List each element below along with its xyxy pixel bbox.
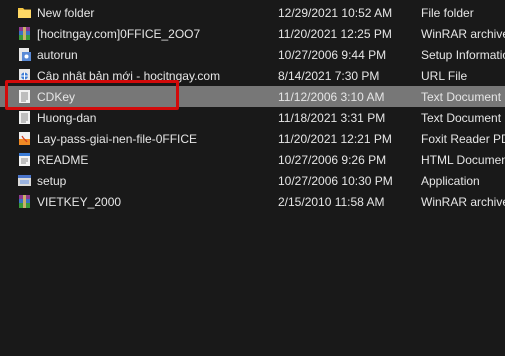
application-icon [17,173,32,188]
file-row-selected[interactable]: CDKey 11/12/2006 3:10 AM Text Document [0,86,505,107]
file-type: File folder [421,6,474,20]
file-name: [hocitngay.com]0FFICE_2OO7 [37,27,201,41]
pdf-icon [17,131,32,146]
html-document-icon [17,152,32,167]
file-type: Text Document [421,111,502,125]
file-name: Lay-pass-giai-nen-file-0FFICE [37,132,198,146]
setup-info-icon [17,47,32,62]
file-row[interactable]: [hocitngay.com]0FFICE_2OO7 11/20/2021 12… [0,23,505,44]
file-row[interactable]: New folder 12/29/2021 10:52 AM File fold… [0,2,505,23]
winrar-archive-icon [17,194,32,209]
file-type: WinRAR archive [421,195,505,209]
file-row[interactable]: autorun 10/27/2006 9:44 PM Setup Informa… [0,44,505,65]
file-row[interactable]: Lay-pass-giai-nen-file-0FFICE 11/20/2021… [0,128,505,149]
file-row[interactable]: setup 10/27/2006 10:30 PM Application [0,170,505,191]
file-name: Huong-dan [37,111,97,125]
file-date-modified: 11/20/2021 12:25 PM [278,27,392,41]
text-document-icon [17,110,32,125]
file-type: Setup Information [421,48,505,62]
file-date-modified: 12/29/2021 10:52 AM [278,6,393,20]
winrar-archive-icon [17,26,32,41]
file-type: HTML Document [421,153,505,167]
file-name: setup [37,174,67,188]
file-date-modified: 11/18/2021 3:31 PM [278,111,386,125]
file-type: Text Document [421,90,502,104]
file-date-modified: 2/15/2010 11:58 AM [278,195,385,209]
file-type: WinRAR archive [421,27,505,41]
file-row[interactable]: Cập nhật bản mới - hocitngay.com 8/14/20… [0,65,505,86]
file-name: VIETKEY_2000 [37,195,122,209]
file-type: URL File [421,69,468,83]
folder-icon [17,5,32,20]
file-date-modified: 11/12/2006 3:10 AM [278,90,385,104]
text-document-icon [17,89,32,104]
file-name: README [37,153,89,167]
file-date-modified: 8/14/2021 7:30 PM [278,69,380,83]
url-file-icon [17,68,32,83]
file-name: autorun [37,48,78,62]
file-type: Application [421,174,480,188]
file-type: Foxit Reader PDF [421,132,505,146]
file-name: CDKey [37,90,76,104]
file-date-modified: 11/20/2021 12:21 PM [278,132,392,146]
file-name: Cập nhật bản mới - hocitngay.com [37,69,221,83]
file-row[interactable]: Huong-dan 11/18/2021 3:31 PM Text Docume… [0,107,505,128]
file-date-modified: 10/27/2006 9:44 PM [278,48,387,62]
file-row[interactable]: README 10/27/2006 9:26 PM HTML Document [0,149,505,170]
file-name: New folder [37,6,95,20]
file-date-modified: 10/27/2006 9:26 PM [278,153,387,167]
file-row[interactable]: VIETKEY_2000 2/15/2010 11:58 AM WinRAR a… [0,191,505,212]
file-date-modified: 10/27/2006 10:30 PM [278,174,393,188]
